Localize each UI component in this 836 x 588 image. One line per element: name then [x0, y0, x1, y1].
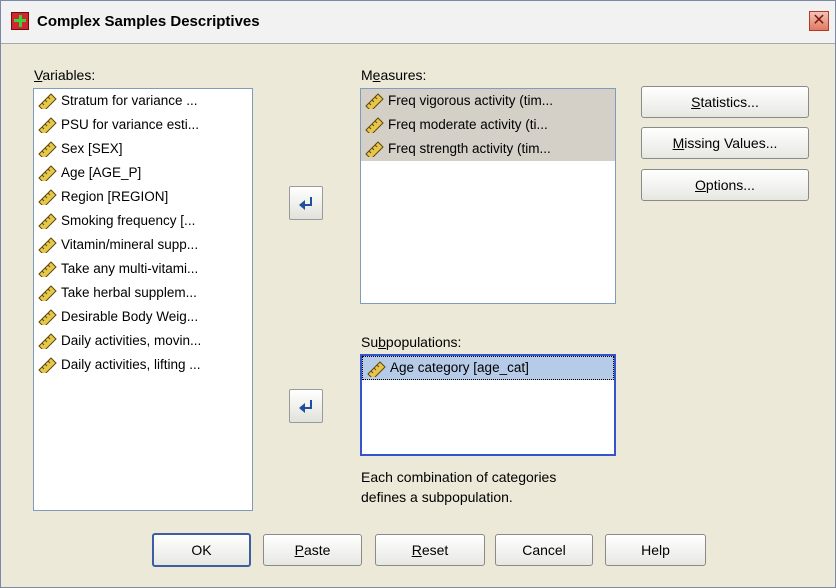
ok-button[interactable]: OK [152, 533, 251, 567]
help-button[interactable]: Help [605, 534, 706, 566]
variables-list[interactable]: Stratum for variance ... PSU for variance… [33, 88, 253, 511]
variable-item-label: Take any multi-vitami... [61, 261, 199, 276]
variable-item-label: Age [AGE_P] [61, 165, 142, 180]
variable-item[interactable]: Vitamin/mineral supp... [34, 233, 252, 257]
variable-item[interactable]: PSU for variance esti... [34, 113, 252, 137]
variable-item[interactable]: Take herbal supplem... [34, 281, 252, 305]
scale-ruler-icon [38, 141, 57, 157]
measures-label: Measures: [361, 67, 427, 83]
variable-item[interactable]: Daily activities, movin... [34, 329, 252, 353]
scale-ruler-icon [365, 117, 384, 133]
subpopulation-item-label: Age category [age_cat] [390, 360, 529, 375]
scale-ruler-icon [367, 361, 386, 377]
variable-item-label: PSU for variance esti... [61, 117, 200, 132]
scale-ruler-icon [38, 357, 57, 373]
variable-item[interactable]: Sex [SEX] [34, 137, 252, 161]
variables-label: Variables: [34, 67, 96, 83]
variable-item-label: Sex [SEX] [61, 141, 123, 156]
variable-item[interactable]: Desirable Body Weig... [34, 305, 252, 329]
variable-item-label: Region [REGION] [61, 189, 169, 204]
measure-item[interactable]: Freq moderate activity (ti... [361, 113, 615, 137]
scale-ruler-icon [38, 261, 57, 277]
close-button[interactable]: ✕ [809, 11, 829, 31]
window-title: Complex Samples Descriptives [37, 13, 260, 30]
reset-button[interactable]: Reset [375, 534, 485, 566]
scale-ruler-icon [365, 141, 384, 157]
subpopulation-note-line2: defines a subpopulation. [361, 489, 513, 505]
statistics-button[interactable]: Statistics... [641, 86, 809, 118]
measures-list[interactable]: Freq vigorous activity (tim... Freq moder… [360, 88, 616, 304]
variable-item-label: Take herbal supplem... [61, 285, 197, 300]
scale-ruler-icon [38, 117, 57, 133]
variable-item[interactable]: Daily activities, lifting ... [34, 353, 252, 377]
variable-item-label: Smoking frequency [... [61, 213, 196, 228]
dialog-window: Complex Samples Descriptives ✕ Variables… [0, 0, 836, 588]
variable-item[interactable]: Take any multi-vitami... [34, 257, 252, 281]
measure-item[interactable]: Freq vigorous activity (tim... [361, 89, 615, 113]
scale-ruler-icon [38, 237, 57, 253]
scale-ruler-icon [38, 309, 57, 325]
move-to-measures-button[interactable] [289, 186, 323, 220]
scale-ruler-icon [38, 189, 57, 205]
variable-item-label: Vitamin/mineral supp... [61, 237, 199, 252]
title-bar[interactable]: Complex Samples Descriptives ✕ [1, 1, 835, 44]
measure-item-label: Freq moderate activity (ti... [388, 117, 548, 132]
paste-button[interactable]: Paste [263, 534, 362, 566]
variable-item-label: Desirable Body Weig... [61, 309, 199, 324]
move-arrow-icon [299, 400, 312, 413]
measure-item-label: Freq strength activity (tim... [388, 141, 551, 156]
scale-ruler-icon [38, 93, 57, 109]
scale-ruler-icon [38, 285, 57, 301]
missing-values-button[interactable]: Missing Values... [641, 127, 809, 159]
scale-ruler-icon [365, 93, 384, 109]
variable-item[interactable]: Age [AGE_P] [34, 161, 252, 185]
move-to-subpopulations-button[interactable] [289, 389, 323, 423]
measure-item[interactable]: Freq strength activity (tim... [361, 137, 615, 161]
move-arrow-icon [299, 197, 312, 210]
scale-ruler-icon [38, 333, 57, 349]
subpopulations-list[interactable]: Age category [age_cat] [360, 354, 616, 456]
variable-item[interactable]: Region [REGION] [34, 185, 252, 209]
variable-item-label: Daily activities, lifting ... [61, 357, 201, 372]
variable-item-label: Daily activities, movin... [61, 333, 202, 348]
options-button[interactable]: Options... [641, 169, 809, 201]
subpopulations-label: Subpopulations: [361, 334, 462, 350]
scale-ruler-icon [38, 213, 57, 229]
subpopulation-note-line1: Each combination of categories [361, 469, 557, 485]
variable-item-label: Stratum for variance ... [61, 93, 198, 108]
subpopulation-item[interactable]: Age category [age_cat] [362, 356, 614, 380]
measure-item-label: Freq vigorous activity (tim... [388, 93, 554, 108]
variable-item[interactable]: Stratum for variance ... [34, 89, 252, 113]
cancel-button[interactable]: Cancel [495, 534, 593, 566]
app-icon [11, 12, 29, 30]
variable-item[interactable]: Smoking frequency [... [34, 209, 252, 233]
scale-ruler-icon [38, 165, 57, 181]
